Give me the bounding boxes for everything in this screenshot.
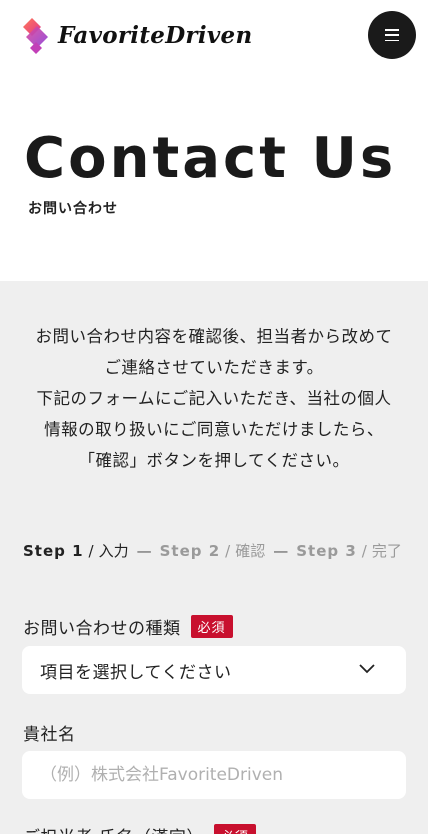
inquiry-type-label: お問い合わせの種類 必須 <box>23 614 233 639</box>
step-1: Step 1 / 入力 <box>23 540 129 561</box>
field-label-text: 貴社名 <box>23 725 76 745</box>
page-subtitle: お問い合わせ <box>28 201 118 217</box>
chevron-down-icon <box>359 664 375 674</box>
required-badge: 必須 <box>190 615 233 638</box>
menu-button[interactable] <box>368 11 416 59</box>
site-logo[interactable]: FavoriteDriven <box>22 16 253 54</box>
logo-text: FavoriteDriven <box>58 21 253 49</box>
step-number: Step 3 <box>296 541 357 560</box>
step-2: Step 2 / 確認 <box>160 540 266 561</box>
step-slash: / <box>88 541 94 560</box>
step-label: 入力 <box>98 542 129 560</box>
brand-gem-icon <box>23 18 48 54</box>
inquiry-type-select[interactable]: 項目を選択してください <box>22 646 406 694</box>
intro-line: 下記のフォームにご記入いただき、当社の個人 <box>36 389 392 408</box>
intro-line: 情報の取り扱いにご同意いただけましたら、 <box>44 420 384 439</box>
step-number: Step 2 <box>159 541 221 560</box>
intro-line: ご連絡させていただきます。 <box>104 358 324 377</box>
field-label-text: ご担当者 氏名（漢字） <box>23 823 204 834</box>
step-3: Step 3 / 完了 <box>296 540 402 561</box>
intro-line: お問い合わせ内容を確認後、担当者から改めて <box>35 327 393 346</box>
step-slash: / <box>225 541 231 560</box>
page-title: Contact Us <box>24 126 397 191</box>
site-header: FavoriteDriven <box>0 0 428 72</box>
step-label: 完了 <box>371 542 402 560</box>
intro-line: 「確認」ボタンを押してください。 <box>78 451 350 470</box>
select-value: 項目を選択してください <box>40 662 232 683</box>
step-separator: — <box>273 541 289 560</box>
step-separator: — <box>136 541 152 560</box>
field-label-text: お問い合わせの種類 <box>23 619 181 639</box>
hero-section: Contact Us お問い合わせ <box>24 128 396 218</box>
hamburger-icon <box>385 29 399 41</box>
form-steps: Step 1 / 入力 — Step 2 / 確認 — Step 3 / 完了 <box>23 540 402 561</box>
step-slash: / <box>361 541 367 560</box>
step-number: Step 1 <box>23 541 84 560</box>
intro-text: お問い合わせ内容を確認後、担当者から改めて ご連絡させていただきます。 下記のフ… <box>0 321 428 476</box>
company-label: 貴社名 <box>23 720 76 745</box>
person-name-label: ご担当者 氏名（漢字） 必須 <box>23 823 256 834</box>
required-badge: 必須 <box>213 824 256 834</box>
company-input[interactable] <box>22 751 406 799</box>
contact-form-panel: お問い合わせ内容を確認後、担当者から改めて ご連絡させていただきます。 下記のフ… <box>0 281 428 834</box>
step-label: 確認 <box>235 542 266 560</box>
